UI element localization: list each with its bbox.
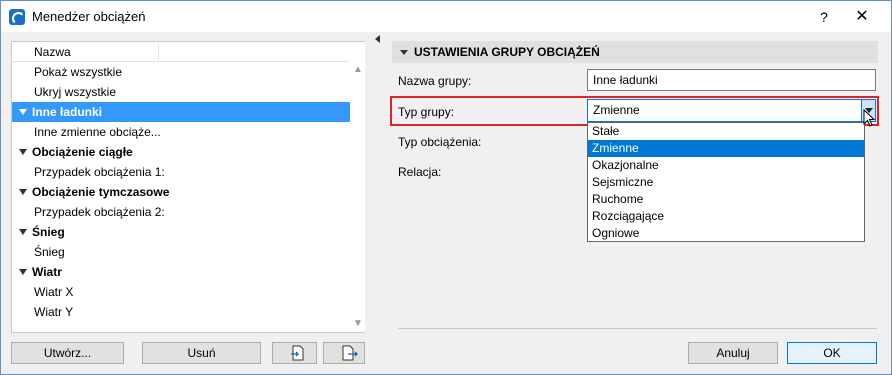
close-icon[interactable]: ✕ xyxy=(847,6,877,28)
name-column-header[interactable]: Nazwa xyxy=(34,45,71,59)
list-group-row[interactable]: Obciążenie ciągłe xyxy=(12,142,350,162)
dropdown-option[interactable]: Zmienne xyxy=(588,140,864,157)
collapse-icon xyxy=(400,50,408,55)
row-label: Wiatr Y xyxy=(34,305,74,319)
expand-arrow-icon[interactable] xyxy=(19,229,27,235)
expand-arrow-icon[interactable] xyxy=(19,269,27,275)
import-button[interactable] xyxy=(272,342,317,364)
expand-arrow-icon[interactable] xyxy=(19,189,27,195)
list-item[interactable]: Wiatr Y xyxy=(12,302,350,322)
group-type-value: Zmienne xyxy=(593,103,640,117)
group-name-field[interactable]: Inne ładunki xyxy=(587,69,876,91)
dropdown-option[interactable]: Stałe xyxy=(588,123,864,140)
list-item[interactable]: Inne zmienne obciąże... xyxy=(12,122,350,142)
list-scrollbar[interactable]: ▲ ▼ xyxy=(351,42,365,332)
list-item[interactable]: Przypadek obciążenia 2: xyxy=(12,202,350,222)
scroll-up-icon[interactable]: ▲ xyxy=(352,64,364,76)
export-icon xyxy=(342,345,358,361)
cancel-button[interactable]: Anuluj xyxy=(688,342,778,364)
list-group-row[interactable]: Inne ładunki xyxy=(12,102,350,122)
list-item[interactable]: Śnieg xyxy=(12,242,350,262)
row-label: Obciążenie tymczasowe xyxy=(32,185,170,199)
row-label: Ukryj wszystkie xyxy=(34,85,117,99)
column-divider[interactable] xyxy=(158,44,159,60)
list-item[interactable]: Przypadek obciążenia 1: xyxy=(12,162,350,182)
load-type-label: Typ obciążenia: xyxy=(398,135,482,149)
dropdown-option[interactable]: Okazjonalne xyxy=(588,157,864,174)
scroll-down-icon[interactable]: ▼ xyxy=(352,318,364,330)
dropdown-option[interactable]: Ogniowe xyxy=(588,225,864,242)
dropdown-option[interactable]: Ruchome xyxy=(588,191,864,208)
group-settings-header[interactable]: USTAWIENIA GRUPY OBCIĄŻEŃ xyxy=(392,41,878,63)
app-icon xyxy=(9,9,25,25)
row-label: Pokaż wszystkie xyxy=(34,65,123,79)
list-item[interactable]: Ukryj wszystkie xyxy=(12,82,350,102)
list-item[interactable]: Wiatr X xyxy=(12,282,350,302)
group-type-label: Typ grupy: xyxy=(398,105,455,119)
footer-separator xyxy=(398,328,877,329)
create-button[interactable]: Utwórz... xyxy=(11,342,124,364)
list-item[interactable]: Pokaż wszystkie xyxy=(12,62,350,82)
load-group-list: Nazwa Pokaż wszystkie Ukryj wszystkie Inne… xyxy=(11,41,365,333)
list-group-row[interactable]: Śnieg xyxy=(12,222,350,242)
list-header: Nazwa xyxy=(12,42,349,62)
expand-arrow-icon[interactable] xyxy=(19,149,27,155)
group-type-select[interactable]: Zmienne xyxy=(587,99,876,122)
expand-arrow-icon[interactable] xyxy=(19,109,27,115)
mouse-cursor-icon xyxy=(863,109,875,127)
group-type-dropdown: Stałe Zmienne Okazjonalne Sejsmiczne Ruchome… xyxy=(587,122,865,242)
list-group-row[interactable]: Obciążenie tymczasowe xyxy=(12,182,350,202)
row-label: Śnieg xyxy=(32,225,65,239)
relation-label: Relacja: xyxy=(398,165,442,179)
row-label: Inne zmienne obciąże... xyxy=(34,125,161,139)
row-label: Przypadek obciążenia 2: xyxy=(34,205,165,219)
row-label: Wiatr X xyxy=(34,285,74,299)
row-label: Przypadek obciążenia 1: xyxy=(34,165,165,179)
dropdown-option[interactable]: Rozciągające xyxy=(588,208,864,225)
row-label: Wiatr xyxy=(32,265,62,279)
row-label: Śnieg xyxy=(34,245,65,259)
dropdown-option[interactable]: Sejsmiczne xyxy=(588,174,864,191)
list-rows: Pokaż wszystkie Ukryj wszystkie Inne ładun… xyxy=(12,62,350,322)
delete-button[interactable]: Usuń xyxy=(142,342,261,364)
list-group-row[interactable]: Wiatr xyxy=(12,262,350,282)
load-manager-dialog: Menedżer obciążeń ? ✕ Nazwa Pokaż wszyst… xyxy=(0,0,892,375)
ok-button[interactable]: OK xyxy=(787,342,877,364)
row-label: Inne ładunki xyxy=(32,105,103,119)
section-title: USTAWIENIA GRUPY OBCIĄŻEŃ xyxy=(414,45,600,59)
collapse-panel-icon[interactable] xyxy=(375,35,380,43)
row-label: Obciążenie ciągłe xyxy=(32,145,133,159)
title-bar: Menedżer obciążeń ? ✕ xyxy=(1,1,891,32)
window-title: Menedżer obciążeń xyxy=(32,9,146,24)
export-button[interactable] xyxy=(323,342,365,364)
import-icon xyxy=(291,345,304,361)
group-name-label: Nazwa grupy: xyxy=(398,74,472,88)
help-button[interactable]: ? xyxy=(809,6,839,28)
